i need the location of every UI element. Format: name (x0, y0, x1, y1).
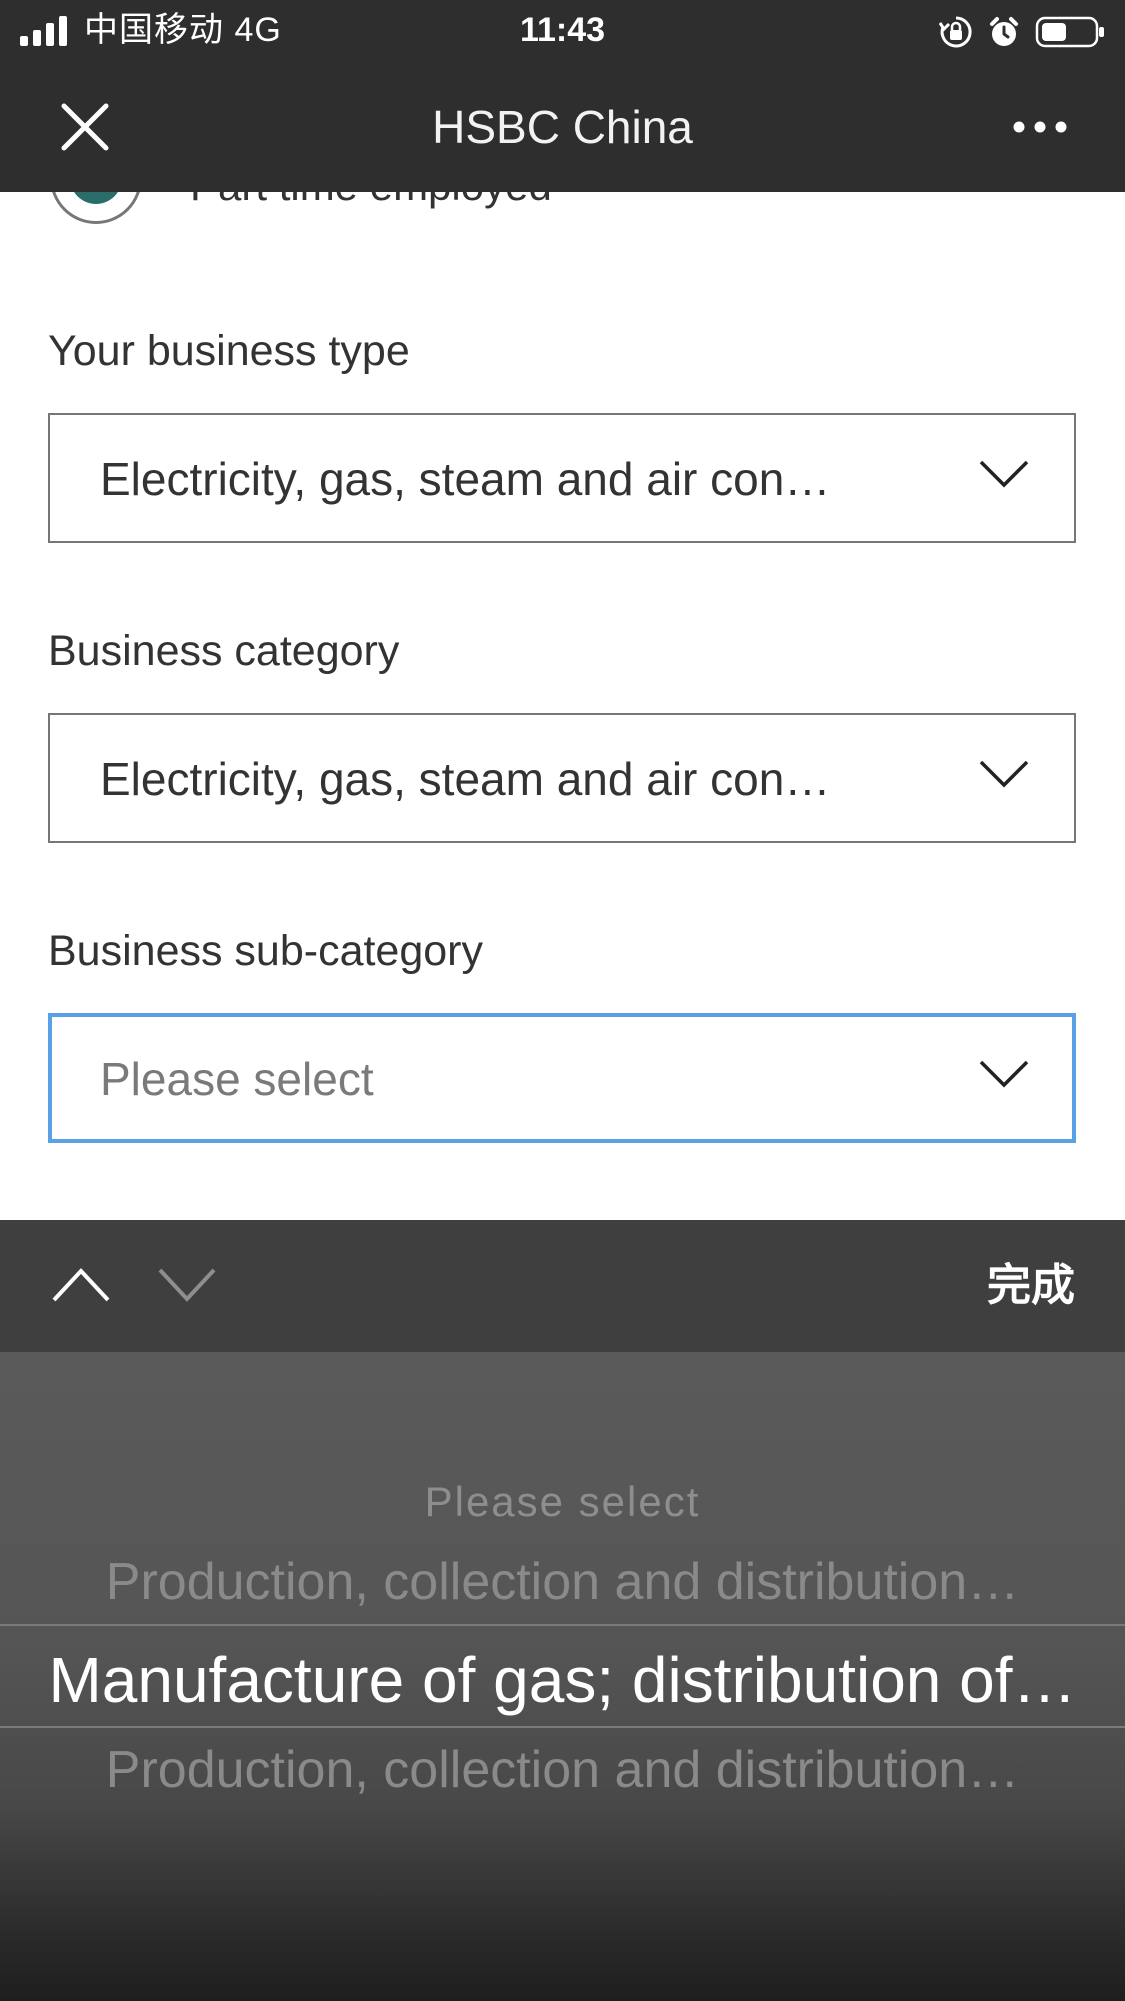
business-category-select[interactable]: Electricity, gas, steam and air con… (48, 713, 1076, 843)
screen: 中国移动 4G 11:43 HSBC China Your business t… (0, 0, 1125, 2001)
next-field-icon[interactable] (156, 1264, 218, 1304)
picker-option[interactable]: Production, collection and distribution… (0, 1550, 1125, 1614)
business-category-label: Business category (48, 627, 400, 675)
picker-selection-line (0, 1726, 1125, 1728)
picker-option-selected[interactable]: Manufacture of gas; distribution of… (0, 1642, 1125, 1718)
chevron-down-icon (979, 460, 1029, 488)
battery-icon (1035, 16, 1104, 48)
status-bar: 中国移动 4G 11:43 (0, 0, 1125, 62)
business-subcategory-label: Business sub-category (48, 927, 483, 975)
picker-option[interactable]: Please select (0, 1474, 1125, 1530)
business-subcategory-placeholder: Please select (100, 1053, 374, 1105)
picker-toolbar: 完成 (0, 1220, 1125, 1352)
more-icon[interactable] (1011, 114, 1069, 140)
chevron-down-icon (979, 1060, 1029, 1088)
business-type-label: Your business type (48, 327, 410, 375)
picker-wheel[interactable]: Please select Production, collection and… (0, 1352, 1125, 2001)
employment-radio-label: Part time employed (190, 192, 552, 210)
rotation-lock-icon (939, 16, 972, 48)
radio-selected-dot (70, 192, 122, 204)
done-button[interactable]: 完成 (987, 1260, 1075, 1312)
business-type-value: Electricity, gas, steam and air con… (100, 453, 831, 505)
business-category-value: Electricity, gas, steam and air con… (100, 753, 831, 805)
employment-radio[interactable] (50, 192, 142, 224)
picker-option[interactable]: Production, collection and distribution… (0, 1738, 1125, 1802)
business-type-select[interactable]: Electricity, gas, steam and air con… (48, 413, 1076, 543)
business-subcategory-select[interactable]: Please select (48, 1013, 1076, 1143)
alarm-icon (990, 17, 1018, 46)
previous-field-icon[interactable] (50, 1264, 112, 1304)
form-content: Part time employed Your business type El… (0, 192, 1125, 1220)
chevron-down-icon (979, 760, 1029, 788)
page-title: HSBC China (432, 101, 693, 153)
nav-bar: HSBC China (0, 62, 1125, 192)
status-icons (939, 12, 1107, 52)
picker-selection-line (0, 1624, 1125, 1626)
